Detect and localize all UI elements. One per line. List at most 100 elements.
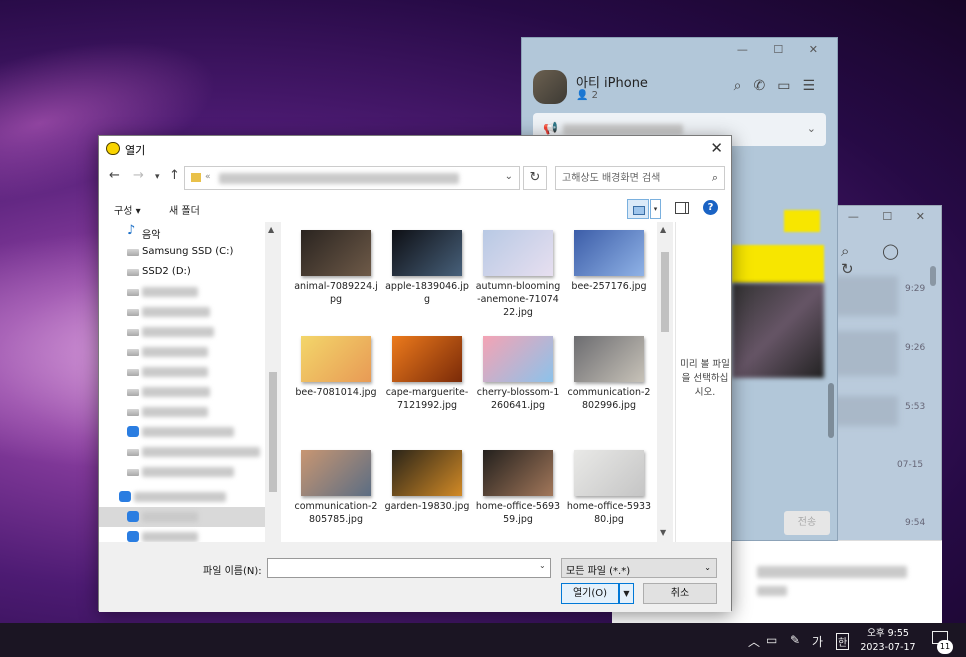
file-list[interactable]: animal-7089224.jpg apple-1839046.jpg autum… <box>285 222 657 542</box>
cloud-drive-icon <box>127 511 139 522</box>
video-icon[interactable]: ▭ <box>777 78 802 94</box>
open-button[interactable]: 열기(O) <box>561 583 619 604</box>
image-thumbnail <box>301 230 371 276</box>
ime-indicator[interactable]: 가 <box>812 633 823 650</box>
chat-header-icons[interactable]: ⌕✆▭☰ <box>734 78 827 94</box>
view-mode-button[interactable] <box>627 199 649 219</box>
open-file-dialog[interactable]: 열기 ✕ ← → ▾ ↑ « ⌄ ↻ ⌕ 구성 ▾ 새 폴더 ▾ ? ♪ 음악 <box>98 135 732 612</box>
file-item[interactable]: cape-marguerite-7121992.jpg <box>384 328 470 412</box>
search-icon[interactable]: ⌕ <box>712 171 718 185</box>
help-button[interactable]: ? <box>703 200 718 215</box>
avatar[interactable] <box>533 70 567 104</box>
open-dropdown-button[interactable]: ▼ <box>619 583 634 604</box>
clock[interactable]: 오후 9:55 2023-07-17 <box>858 627 918 655</box>
scroll-up-icon[interactable]: ▲ <box>660 225 666 234</box>
refresh-button[interactable]: ↻ <box>523 166 547 190</box>
preview-pane-button[interactable] <box>675 202 689 214</box>
window-controls[interactable]: — ☐ ✕ <box>737 43 829 56</box>
scrollbar[interactable] <box>930 266 936 286</box>
recent-dropdown-icon[interactable]: ▾ <box>155 172 160 182</box>
nav-item-music[interactable]: ♪ 음악 <box>99 222 265 242</box>
send-button[interactable]: 전송 <box>784 511 830 535</box>
search-icon[interactable]: ⌕ <box>734 78 754 94</box>
nav-item-cloud[interactable] <box>99 422 265 442</box>
address-bar[interactable]: « ⌄ <box>184 166 520 190</box>
file-item[interactable]: garden-19830.jpg <box>384 442 470 513</box>
new-folder-button[interactable]: 새 폴더 <box>169 202 200 217</box>
up-arrow-icon[interactable]: ↑ <box>169 168 180 183</box>
scroll-up-icon[interactable]: ▲ <box>268 225 274 234</box>
blurred-text <box>142 447 260 457</box>
chevron-down-icon[interactable]: ⌄ <box>807 122 816 135</box>
scroll-thumb[interactable] <box>661 252 669 332</box>
nav-scrollbar[interactable]: ▲ <box>265 222 281 542</box>
ime-mode-indicator[interactable]: 한 <box>836 633 850 650</box>
nav-item-drive-d[interactable]: SSD2 (D:) <box>99 262 265 282</box>
display-icon[interactable]: ▭ <box>766 633 777 647</box>
cloud-drive-icon <box>119 491 131 502</box>
chevron-up-icon[interactable]: ︿ <box>748 633 760 650</box>
nav-item-drive[interactable] <box>99 282 265 302</box>
nav-item-drive[interactable] <box>99 462 265 482</box>
file-item[interactable]: bee-257176.jpg <box>566 222 652 293</box>
chat-toolbar-icons[interactable]: ⌕ ◯ ↻ <box>841 242 941 278</box>
close-icon[interactable]: ✕ <box>710 139 723 157</box>
nav-item-drive[interactable] <box>99 342 265 362</box>
command-bar: 구성 ▾ 새 폴더 ▾ ? <box>99 196 731 222</box>
file-item[interactable]: autumn-blooming-anemone-7107422.jpg <box>475 222 561 319</box>
blurred-text <box>134 492 226 502</box>
back-arrow-icon[interactable]: ← <box>109 168 120 183</box>
file-item[interactable]: home-office-569359.jpg <box>475 442 561 526</box>
pen-icon[interactable]: ✎ <box>790 633 800 647</box>
filetype-select[interactable]: 모든 파일 (*.*) ⌄ <box>561 558 717 578</box>
menu-icon[interactable]: ☰ <box>802 78 827 94</box>
file-scrollbar[interactable]: ▲ ▼ <box>657 222 673 542</box>
phone-icon[interactable]: ✆ <box>753 78 777 94</box>
scroll-down-icon[interactable]: ▼ <box>660 528 666 537</box>
search-box[interactable]: ⌕ <box>555 166 725 190</box>
file-item[interactable]: apple-1839046.jpg <box>384 222 470 306</box>
nav-item-drive[interactable] <box>99 442 265 462</box>
nav-item-selected[interactable] <box>99 507 265 527</box>
chevron-icon: « <box>205 172 211 182</box>
nav-item-drive[interactable] <box>99 362 265 382</box>
nav-item-cloud[interactable] <box>99 487 257 507</box>
image-thumbnail <box>483 230 553 276</box>
image-thumbnail <box>392 450 462 496</box>
chevron-down-icon[interactable]: ⌄ <box>505 171 513 182</box>
nav-item-drive[interactable] <box>99 402 265 422</box>
nav-item-drive[interactable] <box>99 382 265 402</box>
nav-item-drive[interactable] <box>99 302 265 322</box>
organize-button[interactable]: 구성 ▾ <box>114 202 141 217</box>
nav-item-drive[interactable] <box>99 322 265 342</box>
view-dropdown-button[interactable]: ▾ <box>650 199 661 219</box>
blurred-text <box>142 467 234 477</box>
file-item[interactable]: bee-7081014.jpg <box>293 328 379 399</box>
file-item[interactable]: animal-7089224.jpg <box>293 222 379 306</box>
file-item[interactable]: communication-2802996.jpg <box>566 328 652 412</box>
search-input[interactable] <box>556 167 696 189</box>
blurred-text <box>142 387 210 397</box>
navigation-pane[interactable]: ♪ 음악 Samsung SSD (C:) SSD2 (D:) <box>99 222 281 542</box>
cancel-button[interactable]: 취소 <box>643 583 717 604</box>
file-name: apple-1839046.jpg <box>385 281 469 305</box>
dialog-titlebar[interactable]: 열기 ✕ <box>99 136 731 162</box>
scrollbar[interactable] <box>828 383 834 438</box>
file-item[interactable]: home-office-593380.jpg <box>566 442 652 526</box>
forward-arrow-icon[interactable]: → <box>133 168 144 183</box>
cloud-drive-icon <box>127 426 139 437</box>
music-icon: ♪ <box>127 223 136 238</box>
nav-item-label: SSD2 (D:) <box>142 266 191 277</box>
image-message[interactable] <box>732 283 824 378</box>
nav-item-cloud[interactable] <box>99 527 265 542</box>
file-item[interactable]: communication-2805785.jpg <box>293 442 379 526</box>
file-item[interactable]: cherry-blossom-1260641.jpg <box>475 328 561 412</box>
window-controls[interactable]: — ☐ ✕ <box>848 210 935 223</box>
nav-item-drive-c[interactable]: Samsung SSD (C:) <box>99 242 265 262</box>
chevron-down-icon[interactable]: ⌄ <box>539 561 546 570</box>
filename-input[interactable] <box>267 558 551 578</box>
scroll-thumb[interactable] <box>269 372 277 492</box>
drive-icon <box>127 449 139 456</box>
file-name: autumn-blooming-anemone-7107422.jpg <box>475 281 561 318</box>
cloud-drive-icon <box>127 531 139 542</box>
